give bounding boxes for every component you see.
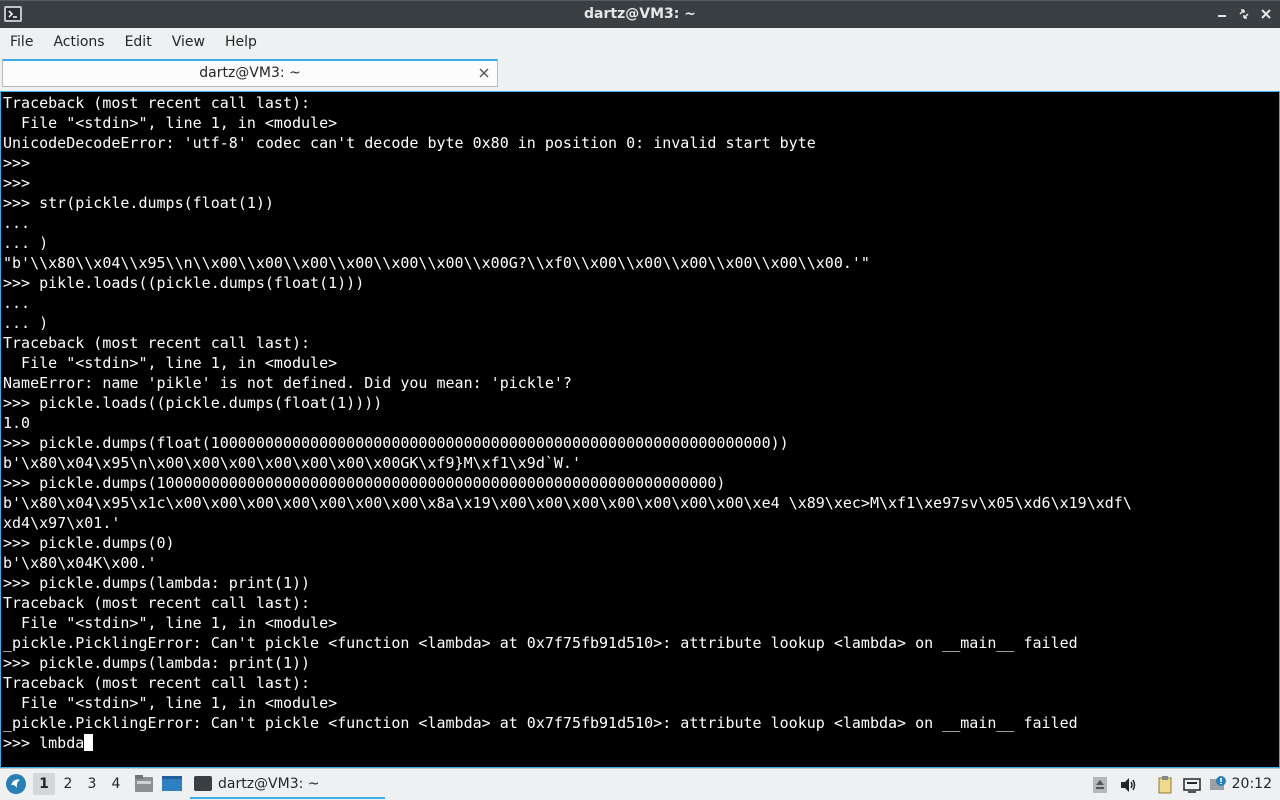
tab-close-button[interactable] xyxy=(477,66,491,80)
tray-up-arrow[interactable] xyxy=(1090,775,1110,795)
terminal-line: NameError: name 'pikle' is not defined. … xyxy=(3,374,572,392)
terminal-lines: Traceback (most recent call last): File … xyxy=(3,93,1132,753)
terminal-line: >>> xyxy=(3,154,31,172)
clock[interactable]: 20:12 xyxy=(1232,776,1272,792)
folder-icon xyxy=(135,775,153,792)
terminal-line: ... xyxy=(3,294,31,312)
minimize-button[interactable] xyxy=(1214,5,1230,23)
terminal-line: >>> pikle.loads((pickle.dumps(float(1))) xyxy=(3,274,365,292)
terminal-line: ... ) xyxy=(3,314,49,332)
restore-button[interactable] xyxy=(1236,5,1252,23)
update-icon xyxy=(1210,776,1226,790)
menu-bar: File Actions Edit View Help xyxy=(0,28,1280,57)
start-menu-button[interactable] xyxy=(4,772,28,796)
terminal-line: _pickle.PicklingError: Can't pickle <fun… xyxy=(3,714,1078,732)
terminal-line: UnicodeDecodeError: 'utf-8' codec can't … xyxy=(3,134,816,152)
terminal-line: ... ) xyxy=(3,234,49,252)
terminal-line: >>> xyxy=(3,174,31,192)
terminal-line: b'\x80\x04K\x00.' xyxy=(3,554,157,572)
terminal-line: b'\x80\x04\x95\x1c\x00\x00\x00\x00\x00\x… xyxy=(3,494,1132,512)
desktop-4-button[interactable]: 4 xyxy=(105,773,127,795)
speaker-icon xyxy=(1121,778,1136,792)
minimize-icon xyxy=(1218,15,1226,17)
upload-icon xyxy=(1093,777,1107,793)
close-button[interactable] xyxy=(1258,5,1274,23)
terminal-line: Traceback (most recent call last): xyxy=(3,334,311,352)
menu-view[interactable]: View xyxy=(162,28,215,57)
terminal-line: 1.0 xyxy=(3,414,31,432)
terminal-line: >>> pickle.loads((pickle.dumps(float(1))… xyxy=(3,394,383,412)
terminal-line: File "<stdin>", line 1, in <module> xyxy=(3,614,338,632)
terminal-line: b'\x80\x04\x95\n\x00\x00\x00\x00\x00\x00… xyxy=(3,454,581,472)
terminal-line: File "<stdin>", line 1, in <module> xyxy=(3,694,338,712)
text-cursor xyxy=(84,734,94,751)
close-icon xyxy=(1261,9,1271,19)
taskbar-task-terminal[interactable]: dartz@VM3: ~ xyxy=(190,771,385,799)
tab-bar: dartz@VM3: ~ xyxy=(0,57,1280,89)
terminal-window: dartz@VM3: ~ File Actions Edit View Help… xyxy=(0,0,1280,768)
file-manager-launcher[interactable] xyxy=(133,774,155,794)
terminal-line: >>> pickle.dumps(lambda: print(1)) xyxy=(3,654,311,672)
terminal-line: >>> str(pickle.dumps(float(1)) xyxy=(3,194,274,212)
keyboard-button[interactable] xyxy=(1182,775,1202,795)
terminal-line: Traceback (most recent call last): xyxy=(3,674,311,692)
terminal-line: >>> pickle.dumps(0) xyxy=(3,534,175,552)
task-label: dartz@VM3: ~ xyxy=(218,776,320,792)
menu-file[interactable]: File xyxy=(0,28,43,57)
screen-icon xyxy=(1183,778,1201,793)
menu-edit[interactable]: Edit xyxy=(115,28,162,57)
desktop-3-button[interactable]: 3 xyxy=(81,773,103,795)
terminal-line: ... xyxy=(3,214,31,232)
window-title: dartz@VM3: ~ xyxy=(584,6,696,22)
tab-label: dartz@VM3: ~ xyxy=(199,65,301,81)
volume-button[interactable] xyxy=(1118,775,1138,795)
prompt-input-text[interactable]: >>> lmbda xyxy=(3,734,84,752)
terminal-line: _pickle.PicklingError: Can't pickle <fun… xyxy=(3,634,1078,652)
terminal-output[interactable]: Traceback (most recent call last): File … xyxy=(0,91,1280,768)
desktop-1-button[interactable]: 1 xyxy=(33,773,55,795)
terminal-line: Traceback (most recent call last): xyxy=(3,94,311,112)
terminal-icon xyxy=(194,776,212,791)
terminal-line: File "<stdin>", line 1, in <module> xyxy=(3,114,338,132)
tab-terminal[interactable]: dartz@VM3: ~ xyxy=(2,59,498,87)
terminal-line: xd4\x97\x01.' xyxy=(3,514,121,532)
restore-icon xyxy=(1239,9,1249,19)
terminal-line: >>> pickle.dumps(10000000000000000000000… xyxy=(3,474,726,492)
title-bar[interactable]: dartz@VM3: ~ xyxy=(0,0,1280,28)
desktop-2-button[interactable]: 2 xyxy=(57,773,79,795)
terminal-line: >>> pickle.dumps(lambda: print(1)) xyxy=(3,574,311,592)
lxqt-logo-icon xyxy=(6,774,26,794)
terminal-line: >>> pickle.dumps(float(10000000000000000… xyxy=(3,434,789,452)
desktop-icon xyxy=(162,776,182,791)
terminal-line: Traceback (most recent call last): xyxy=(3,594,311,612)
clipboard-button[interactable] xyxy=(1155,775,1175,795)
terminal-prompt-line[interactable]: >>> lmbda xyxy=(3,733,1132,753)
update-notifier-button[interactable] xyxy=(1208,775,1228,795)
terminal-line: File "<stdin>", line 1, in <module> xyxy=(3,354,338,372)
close-icon xyxy=(479,68,489,78)
taskbar: 1 2 3 4 dartz@VM3: ~ 20:12 xyxy=(0,768,1280,800)
show-desktop-button[interactable] xyxy=(161,774,183,794)
terminal-line: "b'\\x80\\x04\\x95\\n\\x00\\x00\\x00\\x0… xyxy=(3,254,870,272)
menu-actions[interactable]: Actions xyxy=(43,28,114,57)
menu-help[interactable]: Help xyxy=(215,28,267,57)
clipboard-icon xyxy=(1158,776,1172,794)
